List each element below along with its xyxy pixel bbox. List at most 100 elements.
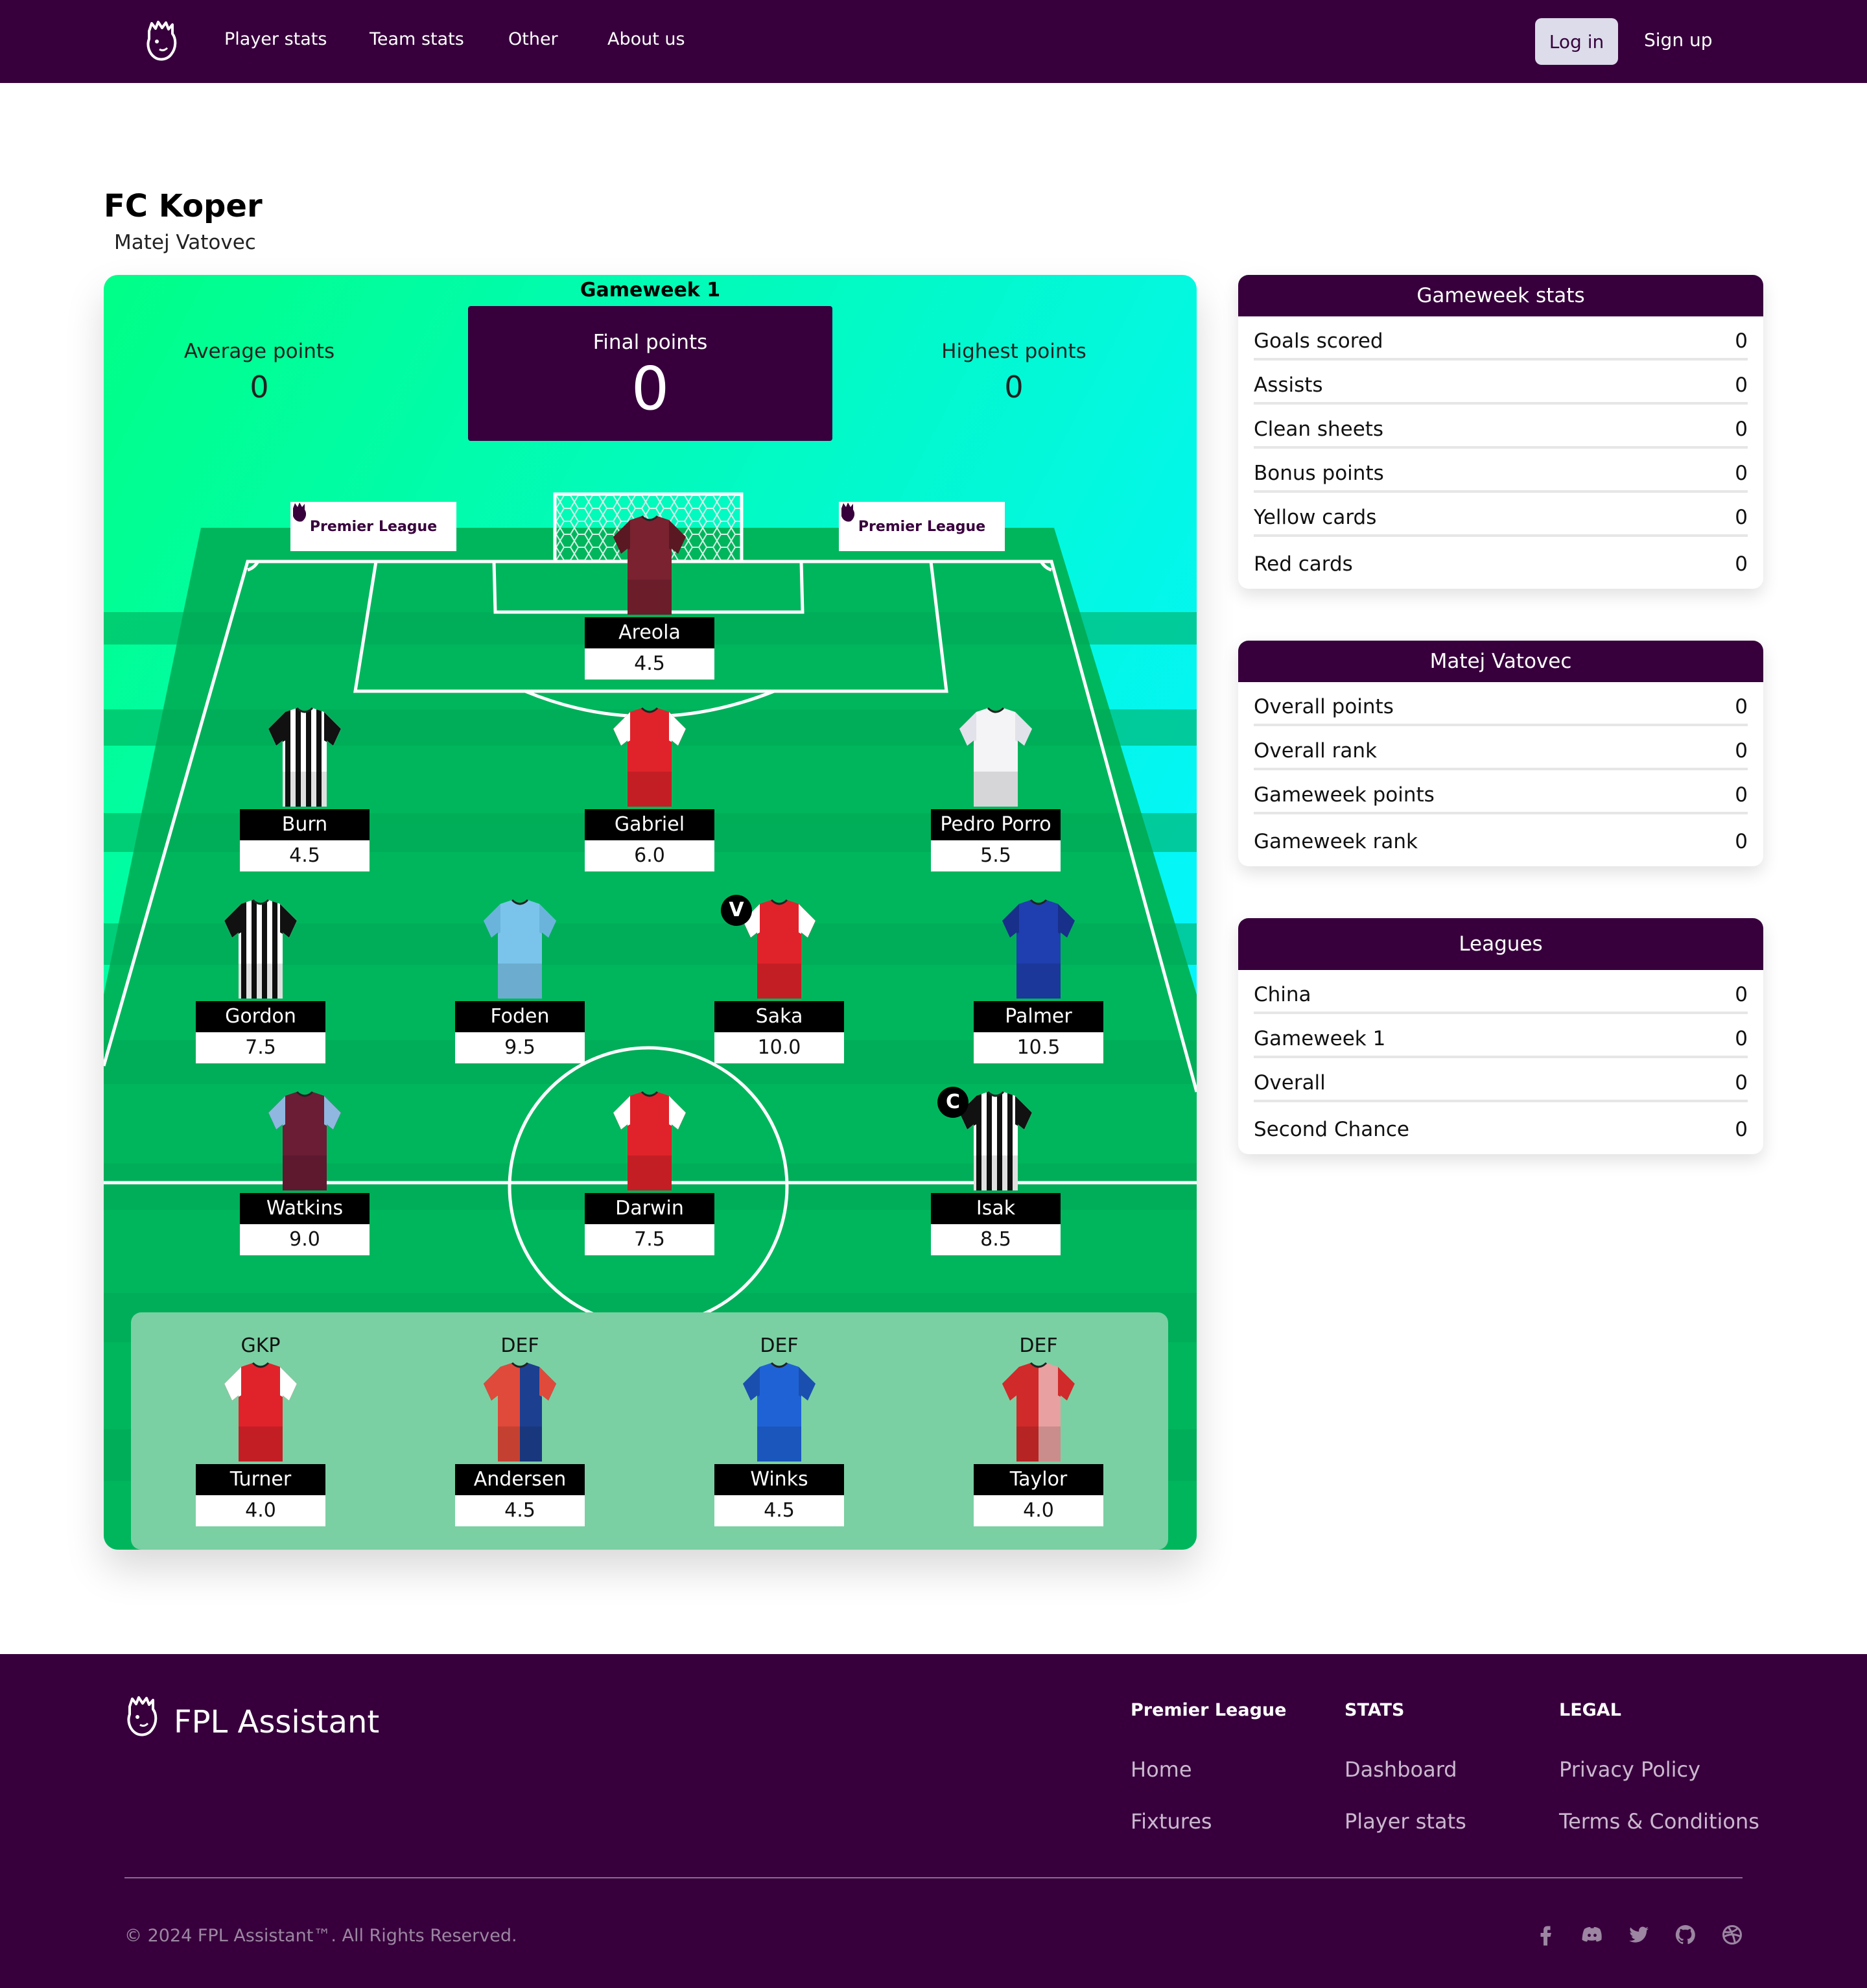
player-card[interactable]: Palmer 10.5 bbox=[974, 899, 1103, 1063]
stat-label: Assists bbox=[1254, 373, 1323, 397]
card-title: Leagues bbox=[1238, 918, 1763, 970]
league-row[interactable]: Overall 0 bbox=[1254, 1058, 1748, 1102]
bench-player-card[interactable]: DEF Winks 4.5 bbox=[714, 1334, 844, 1526]
stat-label: Overall rank bbox=[1254, 739, 1377, 763]
footer-link-home[interactable]: Home bbox=[1131, 1757, 1192, 1782]
league-row[interactable]: China 0 bbox=[1254, 970, 1748, 1014]
player-card[interactable]: Gabriel 6.0 bbox=[585, 707, 714, 871]
bench-position: DEF bbox=[760, 1334, 799, 1357]
bench-player-card[interactable]: GKP Turner 4.0 bbox=[196, 1334, 325, 1526]
average-points-value: 0 bbox=[250, 370, 269, 405]
card-title: Gameweek stats bbox=[1238, 275, 1763, 316]
footer-col-title: Premier League bbox=[1131, 1700, 1287, 1720]
player-card[interactable]: V Saka 10.0 bbox=[714, 895, 844, 1063]
stat-row: Overall rank 0 bbox=[1254, 726, 1748, 770]
shirt-graphic bbox=[224, 1362, 297, 1461]
premier-league-lion-icon[interactable] bbox=[123, 1695, 159, 1738]
bench-position: DEF bbox=[500, 1334, 539, 1357]
stat-label: Bonus points bbox=[1254, 462, 1384, 485]
player-card[interactable]: Pedro Porro 5.5 bbox=[931, 707, 1061, 871]
shirt-graphic bbox=[484, 1362, 556, 1461]
nav-other[interactable]: Other bbox=[508, 29, 558, 49]
shirt-icon bbox=[611, 707, 688, 809]
player-price: 10.5 bbox=[974, 1032, 1103, 1063]
league-name: Overall bbox=[1254, 1071, 1326, 1095]
shirt-graphic bbox=[484, 899, 556, 999]
shirt-icon bbox=[957, 707, 1035, 809]
shirt-icon bbox=[266, 1091, 344, 1193]
player-card[interactable]: Foden 9.5 bbox=[455, 899, 585, 1063]
stat-value: 0 bbox=[1735, 418, 1748, 441]
player-price: 4.5 bbox=[714, 1495, 844, 1526]
bench-player-card[interactable]: DEF Andersen 4.5 bbox=[455, 1334, 585, 1526]
league-rank: 0 bbox=[1735, 1071, 1748, 1095]
player-price: 7.5 bbox=[585, 1224, 714, 1255]
footer-link-terms[interactable]: Terms & Conditions bbox=[1559, 1809, 1759, 1834]
twitter-icon[interactable] bbox=[1627, 1923, 1650, 1947]
bench-position: DEF bbox=[1019, 1334, 1058, 1357]
footer-link-dashboard[interactable]: Dashboard bbox=[1344, 1757, 1457, 1782]
shirt-graphic bbox=[1002, 899, 1075, 999]
pitch-panel: Premier League Premier League Gameweek 1… bbox=[104, 275, 1197, 1550]
stat-value: 0 bbox=[1735, 329, 1748, 353]
bench-player-card[interactable]: DEF Taylor 4.0 bbox=[974, 1334, 1103, 1526]
card-title: Matej Vatovec bbox=[1238, 641, 1763, 682]
footer-link-fixtures[interactable]: Fixtures bbox=[1131, 1809, 1212, 1834]
gameweek-stats-card: Gameweek stats Goals scored 0 Assists 0 Cl… bbox=[1238, 275, 1763, 589]
shirt-icon bbox=[481, 899, 559, 1001]
player-price: 4.0 bbox=[196, 1495, 325, 1526]
footer-link-player-stats[interactable]: Player stats bbox=[1344, 1809, 1466, 1834]
final-points-label: Final points bbox=[593, 331, 708, 354]
nav-player-stats[interactable]: Player stats bbox=[224, 29, 327, 49]
footer-brand[interactable]: FPL Assistant bbox=[174, 1704, 379, 1740]
player-name: Turner bbox=[196, 1464, 325, 1495]
premier-league-lion-icon[interactable] bbox=[143, 19, 179, 62]
footer-col-title: STATS bbox=[1344, 1700, 1405, 1720]
shirt-graphic bbox=[613, 707, 686, 807]
nav-about-us[interactable]: About us bbox=[607, 29, 685, 49]
stat-value: 0 bbox=[1735, 830, 1748, 853]
premier-league-lion-icon bbox=[293, 503, 307, 522]
player-name: Pedro Porro bbox=[931, 809, 1061, 840]
stat-value: 0 bbox=[1735, 783, 1748, 807]
player-card[interactable]: Areola 4.5 bbox=[585, 515, 714, 680]
player-price: 9.5 bbox=[455, 1032, 585, 1063]
player-price: 4.5 bbox=[585, 648, 714, 680]
final-points-box: Final points 0 bbox=[468, 306, 832, 441]
highest-points: Highest points 0 bbox=[884, 340, 1144, 405]
player-name: Gabriel bbox=[585, 809, 714, 840]
gameweek-title: Gameweek 1 bbox=[580, 279, 721, 302]
ad-board-left-text: Premier League bbox=[290, 502, 456, 551]
league-row[interactable]: Second Chance 0 bbox=[1254, 1102, 1748, 1146]
facebook-icon[interactable] bbox=[1534, 1923, 1557, 1947]
player-card[interactable]: C Isak 8.5 bbox=[931, 1087, 1061, 1255]
footer-col-title: LEGAL bbox=[1559, 1700, 1621, 1720]
player-card[interactable]: Burn 4.5 bbox=[240, 707, 370, 871]
discord-icon[interactable] bbox=[1580, 1923, 1604, 1947]
player-card[interactable]: Watkins 9.0 bbox=[240, 1091, 370, 1255]
league-row[interactable]: Gameweek 1 0 bbox=[1254, 1014, 1748, 1058]
team-name: FC Koper bbox=[104, 188, 263, 224]
stat-row: Gameweek points 0 bbox=[1254, 770, 1748, 814]
shirt-icon bbox=[266, 707, 344, 809]
signup-button[interactable]: Sign up bbox=[1644, 29, 1713, 51]
stat-row: Red cards 0 bbox=[1254, 537, 1748, 581]
stat-label: Yellow cards bbox=[1254, 506, 1377, 529]
player-name: Burn bbox=[240, 809, 370, 840]
footer-link-privacy[interactable]: Privacy Policy bbox=[1559, 1757, 1700, 1782]
player-name: Watkins bbox=[240, 1193, 370, 1224]
shirt-graphic bbox=[268, 1091, 341, 1190]
stat-value: 0 bbox=[1735, 695, 1748, 718]
stat-label: Overall points bbox=[1254, 695, 1394, 718]
login-button[interactable]: Log in bbox=[1535, 18, 1618, 65]
captain-badge: C bbox=[937, 1087, 969, 1118]
github-icon[interactable] bbox=[1674, 1923, 1697, 1947]
nav-team-stats[interactable]: Team stats bbox=[370, 29, 464, 49]
shirt-icon bbox=[740, 1362, 818, 1464]
dribbble-icon[interactable] bbox=[1720, 1923, 1744, 1947]
player-price: 7.5 bbox=[196, 1032, 325, 1063]
player-name: Saka bbox=[714, 1001, 844, 1032]
shirt-icon bbox=[481, 1362, 559, 1464]
player-card[interactable]: Darwin 7.5 bbox=[585, 1091, 714, 1255]
player-card[interactable]: Gordon 7.5 bbox=[196, 899, 325, 1063]
